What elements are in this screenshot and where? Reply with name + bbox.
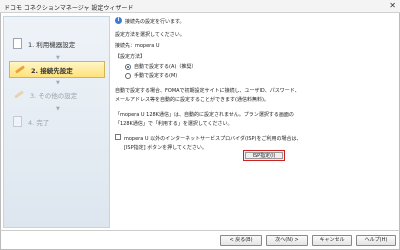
cancel-button[interactable]: キャンセル [312, 235, 352, 246]
close-icon[interactable]: ✕ [389, 1, 396, 10]
step-label: 1. 利用機器設定 [28, 40, 76, 49]
instruction-text: 設定方法を選択してください。 [115, 32, 185, 38]
auto-setup-radio[interactable]: 自動で設定する(A)（推奨） [125, 63, 196, 70]
footer-divider [0, 230, 400, 231]
auto-description-line-1: 自動で設定する場合、FOMAで初期設定サイトに接続し、ユーザID、パスワード、 [115, 88, 300, 94]
wizard-steps-sidebar: 1. 利用機器設定 ▼ 2. 接続先設定 ▼ 3. その他の設定 ▼ 4. 完了 [3, 16, 110, 228]
help-button[interactable]: ヘルプ(H) [356, 235, 396, 246]
step-label: 3. その他の設定 [30, 91, 78, 100]
page-icon [13, 116, 22, 127]
step-label: 2. 接続先設定 [31, 66, 73, 75]
step-arrow-icon: ▼ [56, 106, 60, 112]
note-line-2: 「128K通信」で「利用する」を選択してください。 [115, 121, 233, 127]
step-1-device-settings: 1. 利用機器設定 [9, 35, 105, 52]
step-2-connection-settings: 2. 接続先設定 [9, 61, 105, 78]
destination-text: 接続先：mopera U [115, 43, 160, 49]
note-line-1: 「mopera U 128K通信」は、自動的に設定されません。プラン選択する画面… [115, 112, 294, 118]
window-titlebar: ドコモ コネクションマネージャ 設定ウィザード ✕ [0, 0, 400, 13]
window-title: ドコモ コネクションマネージャ 設定ウィザード [4, 5, 134, 12]
radio-dot [125, 63, 131, 70]
isp-text-line-2: [ISP指定] ボタンを押してください。 [124, 145, 207, 151]
step-4-complete: 4. 完了 [9, 113, 105, 130]
radio-dot [125, 72, 131, 79]
step-label: 4. 完了 [28, 118, 50, 127]
auto-description-line-2: メールアドレス等を自動的に設定することができます(通信料無料)。 [115, 97, 269, 103]
manual-setup-radio[interactable]: 手動で設定する(M) [125, 72, 177, 79]
page-icon [13, 38, 22, 49]
isp-designate-button[interactable]: ISP指定(I) [243, 150, 285, 161]
step-3-other-settings: 3. その他の設定 [9, 86, 105, 103]
next-button[interactable]: 次へ(N) > [266, 235, 308, 246]
header-text: 接続先の設定を行います。 [125, 19, 185, 25]
pencil-icon [13, 89, 24, 100]
manual-setup-label: 手動で設定する(M) [134, 73, 178, 79]
method-label: 【設定方法】 [115, 54, 146, 60]
isp-button-label: ISP指定(I) [245, 152, 283, 159]
back-button[interactable]: < 戻る(B) [220, 235, 262, 246]
isp-note-checkbox-icon [115, 134, 121, 140]
auto-setup-label: 自動で設定する(A)（推奨） [134, 64, 197, 70]
info-icon: i [115, 17, 122, 24]
isp-text-line-1: mopera U 以外のインターネットサービスプロバイダ(ISP)をご利用の場合… [124, 136, 302, 142]
pencil-icon [14, 64, 25, 75]
